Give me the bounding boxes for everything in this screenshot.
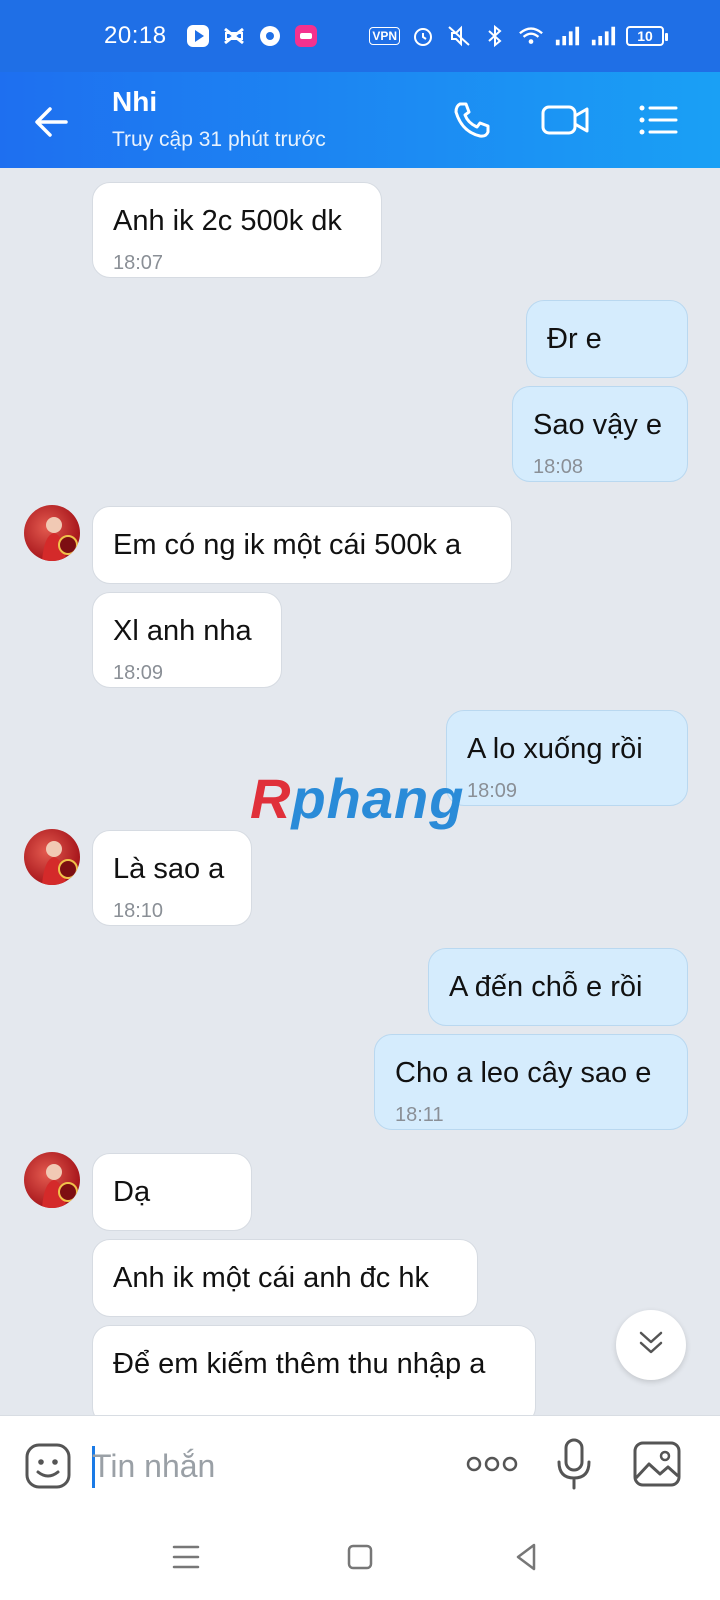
sticker-icon[interactable] xyxy=(24,1442,72,1495)
message-text: Sao vậy e xyxy=(533,409,662,441)
message-input[interactable] xyxy=(92,1444,432,1488)
message-text: Em có ng ik một cái 500k a xyxy=(113,529,462,561)
message-text: Anh ik 2c 500k dk xyxy=(113,205,342,237)
status-bar: 20:18 VPN 10 xyxy=(0,0,720,72)
message-text: Dạ xyxy=(113,1176,151,1208)
message-bubble-received[interactable]: Em có ng ik một cái 500k a xyxy=(92,506,512,584)
message-text: A đến chỗ e rồi xyxy=(449,971,643,1003)
message-bubble-received[interactable]: Xl anh nha 18:09 xyxy=(92,592,282,688)
message-text: Đr e xyxy=(547,323,602,355)
message-bubble-sent[interactable]: A lo xuống rồi 18:09 xyxy=(446,710,688,806)
message-time: 18:09 xyxy=(113,662,164,684)
phone-icon[interactable] xyxy=(450,98,494,142)
recent-apps-icon[interactable] xyxy=(166,1537,206,1577)
double-chevron-down-icon xyxy=(635,1327,667,1364)
message-text: A lo xuống rồi xyxy=(467,733,643,765)
wifi-icon xyxy=(518,23,544,49)
message-text: Anh ik một cái anh đc hk xyxy=(113,1262,429,1294)
message-time: 18:09 xyxy=(467,780,518,802)
message-bubble-sent[interactable]: Sao vậy e 18:08 xyxy=(512,386,688,482)
watermark-part-2: phang xyxy=(291,767,465,830)
system-nav-bar xyxy=(0,1515,720,1600)
watermark: Rphang xyxy=(250,766,464,831)
scroll-down-button[interactable] xyxy=(616,1310,686,1380)
message-time: 18:08 xyxy=(533,456,584,478)
avatar[interactable] xyxy=(24,829,80,885)
avatar[interactable] xyxy=(24,505,80,561)
message-text: Cho a leo cây sao e xyxy=(395,1057,652,1089)
chat-header: Nhi Truy cập 31 phút trước xyxy=(0,72,720,168)
bluetooth-icon xyxy=(482,23,508,49)
more-dots-icon[interactable] xyxy=(464,1452,520,1481)
microphone-icon[interactable] xyxy=(556,1438,592,1495)
list-menu-icon[interactable] xyxy=(636,98,680,142)
avatar[interactable] xyxy=(24,1152,80,1208)
app-icon xyxy=(257,23,283,49)
alarm-icon xyxy=(410,23,436,49)
mute-icon xyxy=(446,23,472,49)
signal-icon-2 xyxy=(590,23,616,49)
video-call-icon[interactable] xyxy=(540,98,589,142)
lazada-icon xyxy=(293,23,319,49)
signal-icon xyxy=(554,23,580,49)
notification-icons xyxy=(185,23,319,49)
message-bubble-received[interactable]: Anh ik một cái anh đc hk xyxy=(92,1239,478,1317)
message-bubble-received[interactable]: Dạ xyxy=(92,1153,252,1231)
message-bubble-sent[interactable]: A đến chỗ e rồi xyxy=(428,948,688,1026)
message-text: Để em kiếm thêm thu nhập a xyxy=(113,1348,486,1380)
message-bubble-received[interactable]: Là sao a 18:10 xyxy=(92,830,252,926)
message-bubble-received[interactable]: Anh ik 2c 500k dk 18:07 xyxy=(92,182,382,278)
system-icons: VPN 10 xyxy=(369,23,668,49)
home-icon[interactable] xyxy=(340,1537,380,1577)
message-bubble-received[interactable]: Để em kiếm thêm thu nhập a xyxy=(92,1325,536,1415)
contact-name[interactable]: Nhi xyxy=(112,86,157,118)
message-bubble-sent[interactable]: Cho a leo cây sao e 18:11 xyxy=(374,1034,688,1130)
message-text: Xl anh nha xyxy=(113,615,252,647)
battery-icon: 10 xyxy=(626,26,668,46)
back-arrow-icon[interactable] xyxy=(30,100,74,144)
capcut-icon xyxy=(221,23,247,49)
message-time: 18:11 xyxy=(395,1104,444,1126)
message-time: 18:07 xyxy=(113,252,164,274)
message-text: Là sao a xyxy=(113,853,225,885)
message-time: 18:10 xyxy=(113,900,164,922)
play-icon xyxy=(185,23,211,49)
message-input-bar xyxy=(0,1415,720,1515)
message-bubble-sent[interactable]: Đr e xyxy=(526,300,688,378)
watermark-part-1: R xyxy=(250,767,292,830)
chat-area[interactable]: Anh ik 2c 500k dk 18:07 Đr e Sao vậy e 1… xyxy=(0,168,720,1415)
status-time: 20:18 xyxy=(104,22,167,49)
back-icon[interactable] xyxy=(506,1537,546,1577)
last-seen-status: Truy cập 31 phút trước xyxy=(112,128,326,151)
vpn-icon: VPN xyxy=(369,27,400,45)
image-icon[interactable] xyxy=(632,1440,682,1493)
